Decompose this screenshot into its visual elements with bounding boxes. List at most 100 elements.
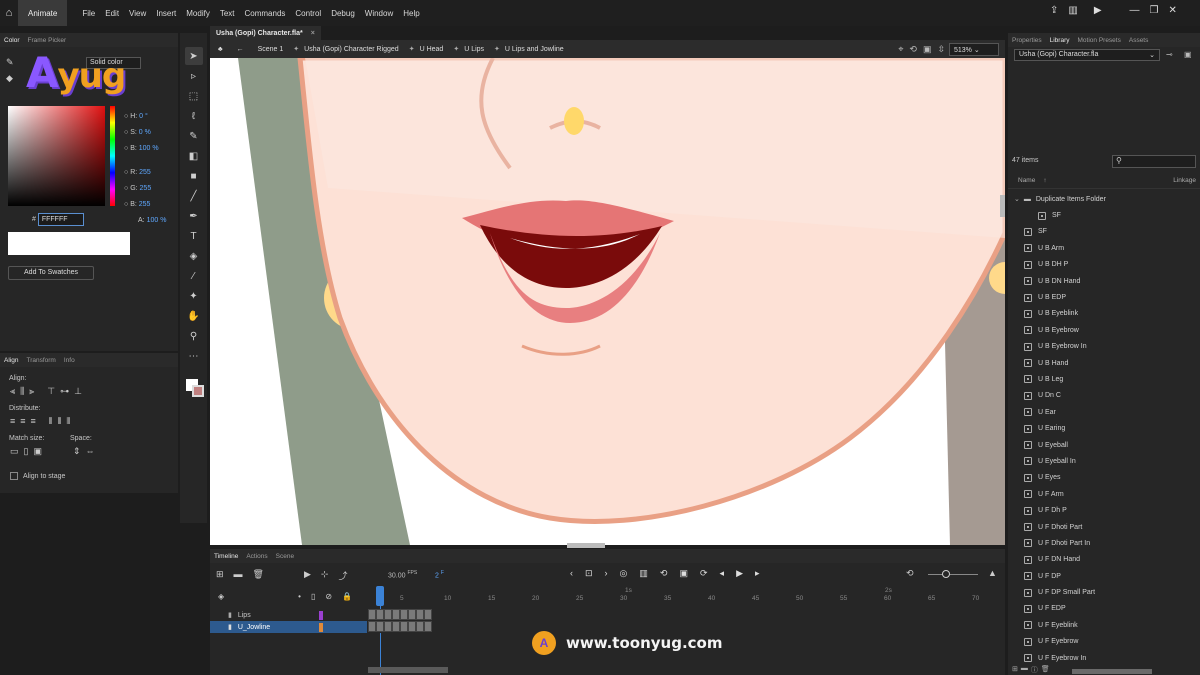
space-h-icon[interactable]: ⇔ [86, 446, 95, 457]
list-item[interactable]: U F EDP [1008, 601, 1200, 617]
menu-file[interactable]: File [77, 9, 100, 18]
layer-color-swatch[interactable] [319, 622, 323, 632]
next-keyframe-icon[interactable]: › [605, 568, 608, 579]
stroke-color-icon[interactable]: ✎ [6, 57, 14, 68]
h-radio[interactable]: ○ [124, 113, 128, 120]
col-linkage[interactable]: Linkage [1173, 177, 1196, 184]
more-tools-icon[interactable]: ⋯ [185, 347, 203, 365]
prev-keyframe-icon[interactable]: ‹ [570, 568, 573, 579]
list-item[interactable]: U B DH P [1008, 257, 1200, 273]
eraser-tool-icon[interactable]: ◧ [185, 147, 203, 165]
back-arrow-icon[interactable]: ← [237, 46, 244, 53]
layer-name[interactable]: Lips [238, 612, 251, 619]
frame-cell[interactable] [400, 621, 408, 632]
list-item[interactable]: U Ear [1008, 404, 1200, 420]
frame-cell[interactable] [424, 609, 432, 620]
list-item[interactable]: U F DP Small Part [1008, 584, 1200, 600]
dist-hcenter-icon[interactable]: ⫴ [58, 416, 62, 427]
graph-icon[interactable]: ⤴ [338, 569, 347, 582]
col-name[interactable]: Name [1018, 177, 1035, 184]
align-vcenter-icon[interactable]: ⊶ [60, 386, 69, 397]
list-item[interactable]: U B EDP [1008, 289, 1200, 305]
list-item[interactable]: U Eyeball [1008, 437, 1200, 453]
match-both-icon[interactable]: ▣ [33, 446, 42, 457]
new-library-icon[interactable]: ▣ [1184, 50, 1192, 59]
frame-cell[interactable] [376, 621, 384, 632]
sort-arrow-icon[interactable]: ↑ [1043, 177, 1046, 184]
blue-radio[interactable]: ○ [124, 201, 128, 208]
r-radio[interactable]: ○ [124, 169, 128, 176]
outline-icon[interactable]: ▯ [311, 592, 315, 601]
frame-cell[interactable] [424, 621, 432, 632]
tab-scene[interactable]: Scene [272, 553, 298, 560]
breadcrumb-head[interactable]: U Head [420, 46, 444, 53]
alpha-value[interactable]: 100 % [147, 217, 167, 224]
list-item[interactable]: U B Eyeblink [1008, 306, 1200, 322]
fill-color-icon[interactable]: ◆ [6, 73, 13, 84]
list-item[interactable]: U F Eyebrow In [1008, 650, 1200, 666]
align-bottom-icon[interactable]: ⊥ [74, 386, 82, 397]
insert-frame-icon[interactable]: ▣ [679, 568, 688, 579]
zoom-field[interactable]: 513% ⌄ [949, 42, 999, 56]
list-item[interactable]: U B DN Hand [1008, 273, 1200, 289]
tab-document[interactable]: Usha (Gopi) Character.fla* × [210, 26, 321, 40]
match-height-icon[interactable]: ▯ [24, 446, 29, 457]
h-value[interactable]: 0 ° [139, 113, 148, 120]
list-item[interactable]: U F Dhoti Part [1008, 519, 1200, 535]
blue-value[interactable]: 255 [139, 201, 151, 208]
library-scrollbar[interactable] [1072, 669, 1152, 674]
list-item[interactable]: U B Eyebrow In [1008, 339, 1200, 355]
stroke-swatch[interactable] [191, 385, 204, 397]
onion-skin-icon[interactable]: ◎ [620, 568, 628, 579]
frame-size-handle[interactable] [942, 570, 950, 578]
new-symbol-icon[interactable]: ⊞ [1012, 665, 1018, 675]
undo-history-icon[interactable]: ⟲ [906, 568, 914, 579]
step-back-icon[interactable]: ◂ [720, 568, 725, 579]
new-layer-icon[interactable]: ⊞ [216, 569, 224, 580]
layer-name[interactable]: U_Jowline [238, 624, 270, 631]
menu-debug[interactable]: Debug [326, 9, 360, 18]
frame-cell[interactable] [376, 609, 384, 620]
hand-tool-icon[interactable]: ✋ [185, 307, 203, 325]
g-value[interactable]: 255 [140, 185, 152, 192]
layer-row-selected[interactable]: ▮ U_Jowline [210, 621, 367, 633]
rotate-stage-icon[interactable]: ⟲ [909, 44, 917, 55]
pin-tool-icon[interactable]: ✦ [185, 287, 203, 305]
visibility-icon[interactable]: ⊘ [325, 592, 332, 601]
pin-library-icon[interactable]: ⊸ [1166, 50, 1173, 59]
r-value[interactable]: 255 [139, 169, 151, 176]
clip-stage-icon[interactable]: ▣ [923, 44, 932, 55]
dist-vcenter-icon[interactable]: ≡ [20, 416, 25, 427]
fps-display[interactable]: 30.00 FPS [388, 570, 417, 579]
dist-right-icon[interactable]: ⫴ [66, 416, 70, 427]
close-tab-icon[interactable]: × [311, 30, 315, 37]
frame-cell[interactable] [416, 621, 424, 632]
tab-assets[interactable]: Assets [1125, 37, 1153, 44]
tween-icon[interactable]: ⟲ [660, 568, 668, 579]
breadcrumb-scene[interactable]: Scene 1 [258, 46, 284, 53]
align-left-icon[interactable]: ⫷ [10, 386, 15, 397]
properties-icon[interactable]: ⓘ [1031, 665, 1038, 675]
restore-icon[interactable]: ❐ [1150, 5, 1159, 16]
breadcrumb-lips-jowline[interactable]: U Lips and Jowline [505, 46, 564, 53]
expand-icon[interactable]: ⌄ [1014, 195, 1020, 203]
tab-frame-picker[interactable]: Frame Picker [24, 37, 71, 44]
list-item[interactable]: U Eyes [1008, 470, 1200, 486]
pen-tool-icon[interactable]: ✒ [185, 207, 203, 225]
stage[interactable] [210, 58, 1005, 545]
b-value[interactable]: 100 % [139, 145, 159, 152]
list-item[interactable]: U F Eyeblink [1008, 617, 1200, 633]
share-icon[interactable]: ⇪ [1050, 5, 1058, 16]
dist-left-icon[interactable]: ⫴ [49, 416, 53, 427]
lasso-tool-icon[interactable]: ℓ [185, 107, 203, 125]
dist-top-icon[interactable]: ≡ [10, 416, 15, 427]
minimize-icon[interactable]: — [1130, 5, 1140, 16]
list-item[interactable]: U F Arm [1008, 486, 1200, 502]
frame-cell[interactable] [384, 621, 392, 632]
close-icon[interactable]: ✕ [1169, 5, 1177, 16]
new-folder-icon[interactable]: ▬ [234, 569, 243, 580]
free-transform-icon[interactable]: ⬚ [185, 87, 203, 105]
timeline-scrollbar[interactable] [368, 667, 448, 673]
edit-symbols-icon[interactable]: ♣ [218, 46, 223, 53]
list-item[interactable]: U B Eyebrow [1008, 322, 1200, 338]
